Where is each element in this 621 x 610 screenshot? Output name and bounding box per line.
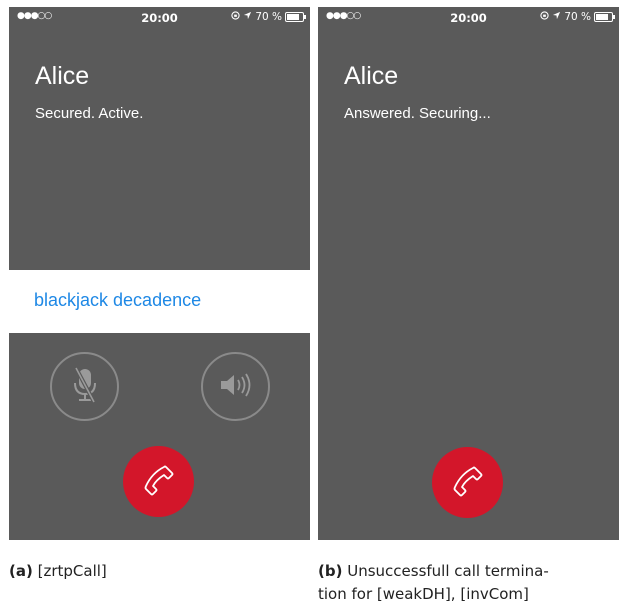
caption-b: (b) Unsuccessfull call termina- tion for… — [318, 560, 618, 606]
location-arrow-icon — [552, 11, 561, 23]
caption-a: (a) [zrtpCall] — [9, 560, 107, 583]
phone-hangup-icon — [142, 463, 176, 501]
end-call-button[interactable] — [432, 447, 503, 518]
rotation-lock-icon — [540, 11, 549, 23]
sas-panel: blackjack decadence — [9, 270, 310, 333]
caption-b-label: (b) — [318, 562, 343, 580]
rotation-lock-icon — [231, 11, 240, 23]
status-right: 70 % — [231, 11, 306, 23]
sas-words: blackjack decadence — [34, 290, 202, 310]
caption-a-text: [zrtpCall] — [37, 562, 107, 580]
mute-button[interactable] — [50, 352, 119, 421]
battery-icon — [285, 12, 306, 22]
caller-name: Alice — [344, 62, 399, 90]
microphone-muted-icon — [68, 365, 102, 409]
location-arrow-icon — [243, 11, 252, 23]
caller-name: Alice — [35, 62, 90, 90]
battery-percent: 70 % — [564, 11, 591, 23]
call-status: Answered. Securing... — [344, 105, 491, 122]
status-bar: ●●●○○ 20:00 70 % — [318, 7, 619, 29]
call-status: Secured. Active. — [35, 105, 144, 122]
battery-percent: 70 % — [255, 11, 282, 23]
speaker-icon — [218, 372, 254, 402]
status-right: 70 % — [540, 11, 615, 23]
speaker-button[interactable] — [201, 352, 270, 421]
caption-b-text-line2: tion for [weakDH], [invCom] — [318, 585, 529, 603]
phone-hangup-icon — [451, 464, 485, 502]
call-screen-a: ●●●○○ 20:00 70 % Alice Secured. Active. … — [9, 7, 310, 540]
caption-b-text-line1: Unsuccessfull call termina- — [347, 562, 549, 580]
call-screen-b: ●●●○○ 20:00 70 % Alice Answered. Securin… — [318, 7, 619, 540]
end-call-button[interactable] — [123, 446, 194, 517]
caption-a-label: (a) — [9, 562, 33, 580]
status-bar: ●●●○○ 20:00 70 % — [9, 7, 310, 29]
battery-icon — [594, 12, 615, 22]
